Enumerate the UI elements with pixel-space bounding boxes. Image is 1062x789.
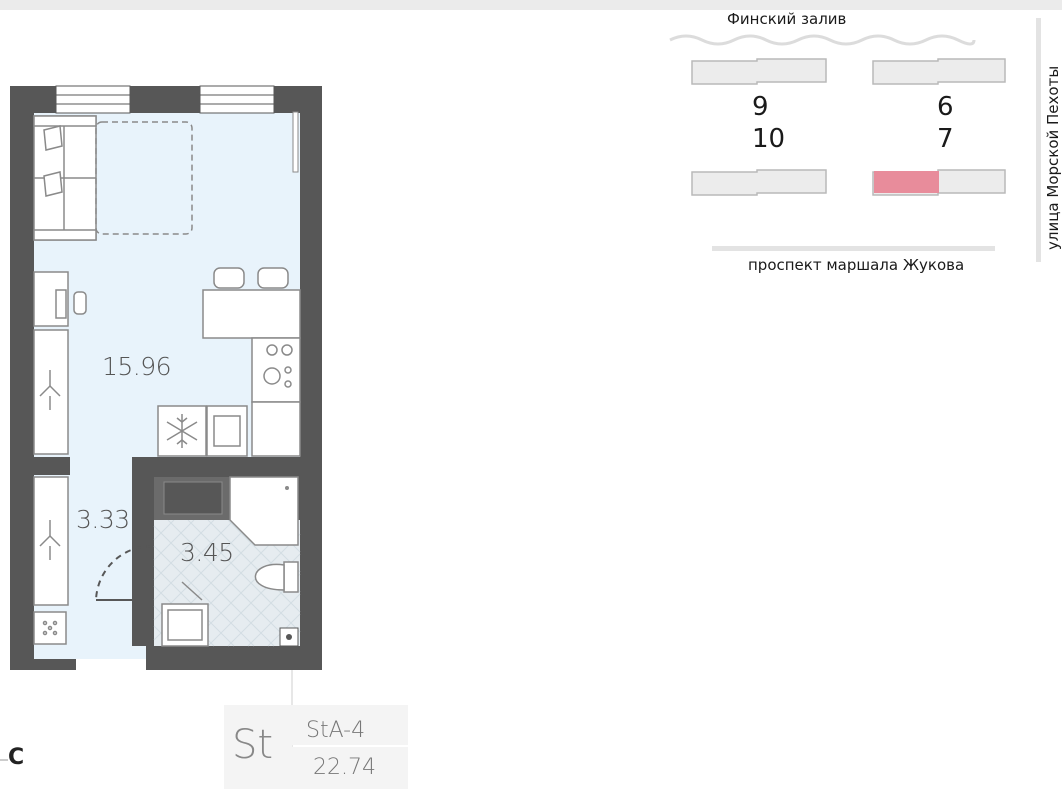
apartment-code: StA-4 [306,718,366,743]
hallway-floor-upper [70,457,132,477]
site-buildings [691,58,1006,196]
entry-floor [76,646,146,659]
compass-label: С [8,745,25,770]
apartment-total-area: 22.74 [313,755,376,780]
tv-panel [292,111,299,173]
side-road [1036,18,1041,262]
sofa [33,115,97,241]
bay-wave-icon [669,34,976,46]
building-number-7: 7 [937,124,954,154]
wardrobe-main [33,329,69,455]
interior-wall-left [34,457,70,475]
side-street-label: улица Морской Пехоты [1044,65,1062,250]
storage-niche-inner [163,481,223,515]
bathroom-area: 3.45 [180,538,234,567]
bay-label: Финский залив [727,10,847,28]
building-number-9: 9 [752,92,769,122]
building-number-6: 6 [937,92,954,122]
highlighted-section [874,171,939,193]
wardrobe-hall [33,476,69,606]
washing-machine [33,611,67,645]
bottom-road [712,246,995,251]
apartment-type: St [232,722,274,768]
main-room-area: 15.96 [102,352,172,381]
building-number-10: 10 [752,124,786,154]
floor-plan [0,18,1041,789]
hallway-area: 3.33 [76,505,130,534]
bottom-street-label: проспект маршала Жукова [748,256,965,274]
